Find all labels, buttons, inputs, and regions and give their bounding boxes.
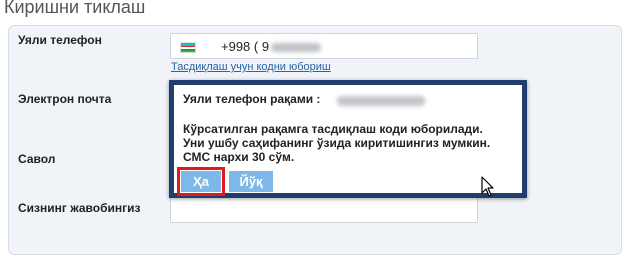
dialog-title: Уяли телефон рақами : (183, 92, 321, 106)
dialog-message-line: СМС нархи 30 сўм. (183, 150, 295, 164)
email-label: Электрон почта (18, 92, 112, 106)
question-label: Савол (18, 152, 56, 166)
confirm-dialog: Уяли телефон рақами : Кўрсатилган рақамг… (169, 80, 527, 198)
uzbekistan-flag-icon (180, 42, 196, 53)
phone-input[interactable]: +998 ( 9 (170, 33, 478, 59)
mouse-cursor-icon (481, 176, 494, 197)
dialog-message: Кўрсатилган рақамга тасдиқлаш коди юбори… (183, 122, 523, 164)
dialog-message-line: Кўрсатилган рақамга тасдиқлаш коди юбори… (183, 122, 483, 136)
page-title: Киришни тиклаш (4, 0, 146, 17)
send-code-link[interactable]: Тасдиқлаш учун кодни юбориш (171, 61, 331, 73)
phone-label: Уяли телефон (18, 33, 102, 47)
phone-number-redacted (271, 43, 321, 52)
answer-input[interactable] (170, 197, 478, 223)
yes-button[interactable]: Ҳа (177, 167, 225, 196)
dialog-message-line: Уни ушбу саҳифанинг ўзида киритишингиз м… (183, 136, 491, 150)
phone-prefix: +998 ( 9 (221, 39, 270, 54)
no-button[interactable]: Йўқ (229, 171, 273, 192)
phone-number-redacted (337, 96, 425, 106)
answer-label: Сизнинг жавобингиз (18, 201, 141, 215)
